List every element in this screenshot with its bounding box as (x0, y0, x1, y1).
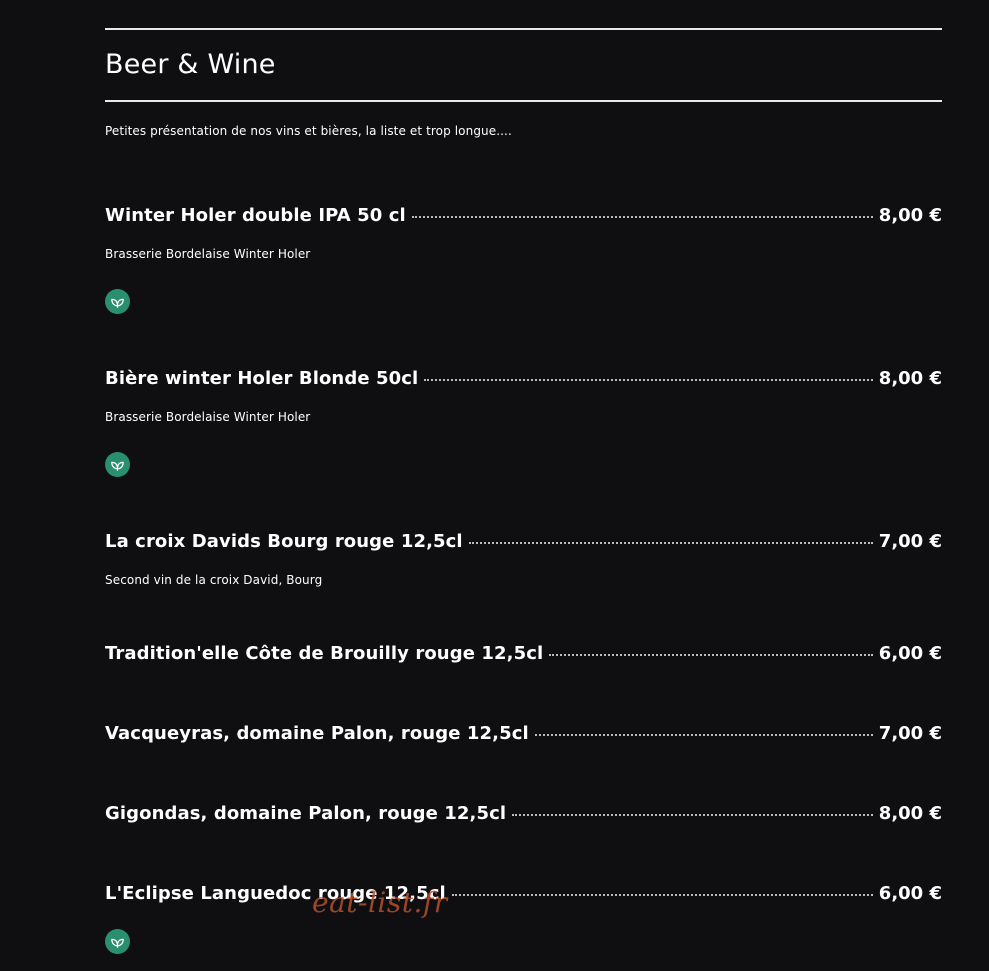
menu-item-price: 6,00 € (878, 883, 942, 904)
menu-item-name: La croix Davids Bourg rouge 12,5cl (105, 531, 463, 552)
dotted-leader (549, 654, 873, 656)
leaf-icon (105, 929, 130, 954)
menu-item-header: Gigondas, domaine Palon, rouge 12,5cl 8,… (105, 803, 942, 829)
dotted-leader (451, 894, 873, 896)
menu-item-price: 8,00 € (878, 368, 942, 389)
menu-item-description: Brasserie Bordelaise Winter Holer (105, 247, 311, 261)
dotted-leader (424, 379, 873, 381)
menu-page: Beer & Wine Petites présentation de nos … (0, 0, 989, 971)
menu-item-price: 8,00 € (878, 803, 942, 824)
watermark: eat-list.fr (312, 886, 448, 919)
dotted-leader (512, 814, 873, 816)
menu-item-header: Vacqueyras, domaine Palon, rouge 12,5cl … (105, 723, 942, 749)
menu-item-header: Winter Holer double IPA 50 cl 8,00 € (105, 205, 942, 231)
menu-item-name: Vacqueyras, domaine Palon, rouge 12,5cl (105, 723, 529, 744)
menu-item-price: 6,00 € (878, 643, 942, 664)
menu-section: Beer & Wine Petites présentation de nos … (105, 28, 942, 138)
leaf-icon (105, 452, 130, 477)
menu-item[interactable]: Gigondas, domaine Palon, rouge 12,5cl 8,… (105, 803, 942, 829)
dotted-leader (468, 542, 873, 544)
dotted-leader (534, 734, 873, 736)
leaf-icon (105, 289, 130, 314)
menu-item-name: Bière winter Holer Blonde 50cl (105, 368, 419, 389)
menu-item-header: Tradition'elle Côte de Brouilly rouge 12… (105, 643, 942, 669)
menu-item[interactable]: Bière winter Holer Blonde 50cl 8,00 € Br… (105, 368, 942, 424)
menu-item[interactable]: Tradition'elle Côte de Brouilly rouge 12… (105, 643, 942, 669)
menu-item-header: Bière winter Holer Blonde 50cl 8,00 € (105, 368, 942, 394)
menu-item-name: Gigondas, domaine Palon, rouge 12,5cl (105, 803, 507, 824)
dotted-leader (411, 216, 873, 218)
section-title: Beer & Wine (105, 49, 276, 80)
menu-item-header: La croix Davids Bourg rouge 12,5cl 7,00 … (105, 531, 942, 557)
section-intro: Petites présentation de nos vins et bièr… (105, 124, 512, 138)
menu-item-price: 7,00 € (878, 723, 942, 744)
menu-item-price: 8,00 € (878, 205, 942, 226)
menu-item[interactable]: L'Eclipse Languedoc rouge 12,5cl 6,00 € (105, 883, 942, 909)
menu-item-name: Winter Holer double IPA 50 cl (105, 205, 406, 226)
menu-item-name: Tradition'elle Côte de Brouilly rouge 12… (105, 643, 544, 664)
section-bottom-divider (105, 100, 942, 102)
menu-item[interactable]: La croix Davids Bourg rouge 12,5cl 7,00 … (105, 531, 942, 587)
menu-item-description: Second vin de la croix David, Bourg (105, 573, 323, 587)
menu-item-price: 7,00 € (878, 531, 942, 552)
menu-item-description: Brasserie Bordelaise Winter Holer (105, 410, 311, 424)
menu-item-header: L'Eclipse Languedoc rouge 12,5cl 6,00 € (105, 883, 942, 909)
menu-item[interactable]: Vacqueyras, domaine Palon, rouge 12,5cl … (105, 723, 942, 749)
menu-item[interactable]: Winter Holer double IPA 50 cl 8,00 € Bra… (105, 205, 942, 261)
